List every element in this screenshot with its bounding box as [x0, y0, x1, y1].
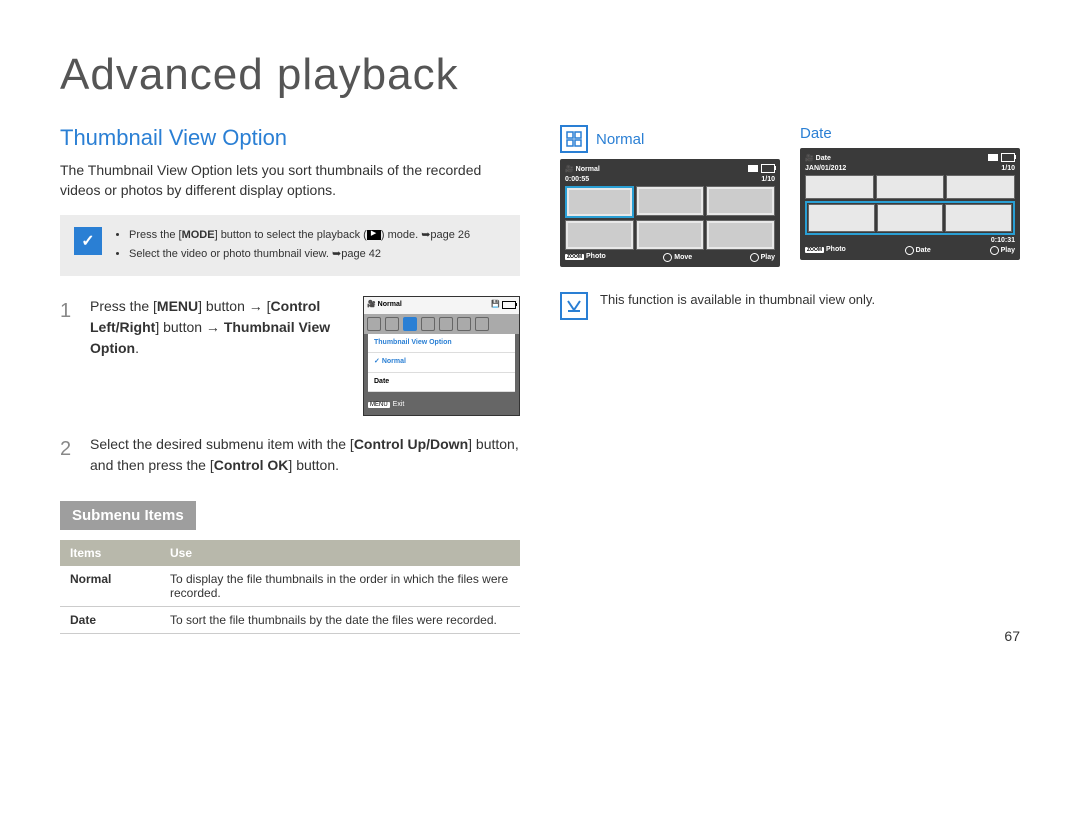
table-row: Date To sort the file thumbnails by the … — [60, 606, 520, 633]
submenu-header: Submenu Items — [60, 501, 196, 530]
info-icon — [560, 292, 588, 320]
thumbnail — [876, 175, 945, 199]
tip-item: Select the video or photo thumbnail view… — [129, 246, 470, 263]
card-icon: 💾 — [491, 300, 500, 311]
normal-view-icon — [560, 125, 588, 153]
thumbnail — [946, 175, 1015, 199]
playback-icon — [367, 230, 381, 240]
card-icon — [988, 154, 998, 161]
note-row: This function is available in thumbnail … — [560, 292, 1020, 320]
battery-icon — [761, 164, 775, 173]
dropdown-title: Thumbnail View Option — [368, 334, 515, 354]
col-items: Items — [60, 540, 160, 566]
intro-text: The Thumbnail View Option lets you sort … — [60, 161, 520, 200]
thumbnail — [636, 220, 705, 250]
video-icon: 🎥 — [565, 166, 574, 173]
submenu-table: Items Use Normal To display the file thu… — [60, 540, 520, 634]
section-title: Thumbnail View Option — [60, 125, 520, 151]
note-text: This function is available in thumbnail … — [600, 292, 875, 307]
option-normal: Normal — [368, 353, 515, 373]
step-1: Press the [MENU] button → [Control Left/… — [60, 296, 520, 416]
tip-list: Press the [MODE] button to select the pl… — [114, 227, 470, 264]
step-2: Select the desired submenu item with the… — [60, 434, 520, 476]
normal-preview-screen: 🎥 Normal 0:00:55 1/10 — [560, 159, 780, 267]
steps-list: Press the [MENU] button → [Control Left/… — [60, 296, 520, 476]
thumbnail — [636, 186, 705, 216]
card-icon — [748, 165, 758, 172]
menu-icon-row — [364, 314, 519, 334]
tip-item: Press the [MODE] button to select the pl… — [129, 227, 470, 244]
check-icon: ✓ — [74, 227, 102, 255]
date-preview-screen: 🎥 Date JAN/01/2012 1/10 — [800, 148, 1020, 260]
thumbnail — [808, 204, 875, 232]
video-icon: 🎥 — [367, 301, 376, 308]
preview-label-normal: Normal — [596, 131, 644, 148]
battery-icon — [1001, 153, 1015, 162]
tip-box: ✓ Press the [MODE] button to select the … — [60, 215, 520, 276]
menu-screenshot: 🎥 Normal 💾 — [363, 296, 520, 416]
ok-icon — [750, 253, 759, 262]
thumbnail — [565, 220, 634, 250]
ok-icon — [990, 246, 999, 255]
dpad-icon — [905, 246, 914, 255]
table-row: Normal To display the file thumbnails in… — [60, 566, 520, 607]
thumbnail — [945, 204, 1012, 232]
preview-label-date: Date — [800, 125, 832, 142]
selected-row — [805, 201, 1015, 235]
page-number: 67 — [1004, 628, 1020, 644]
battery-icon — [502, 301, 516, 309]
col-use: Use — [160, 540, 520, 566]
thumbnail — [805, 175, 874, 199]
thumbnail — [706, 220, 775, 250]
option-date: Date — [368, 373, 515, 393]
thumbnail — [706, 186, 775, 216]
page-title: Advanced playback — [60, 50, 1020, 100]
thumbnail — [877, 204, 944, 232]
dpad-icon — [663, 253, 672, 262]
video-icon: 🎥 — [805, 155, 814, 162]
thumbnail — [565, 186, 634, 218]
